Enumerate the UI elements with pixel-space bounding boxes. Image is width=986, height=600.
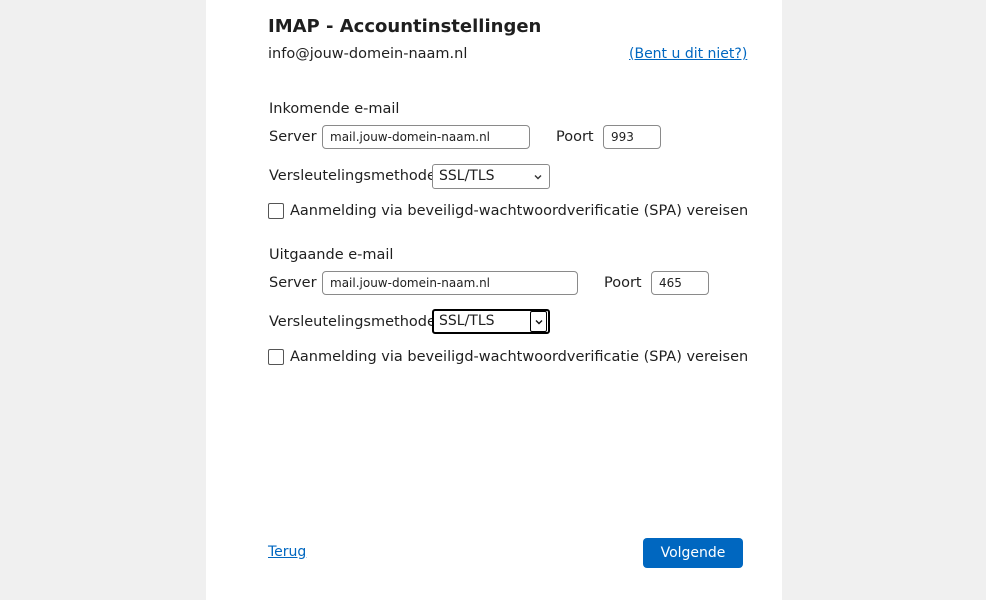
outgoing-server-input[interactable]: [322, 271, 578, 295]
not-you-link[interactable]: (Bent u dit niet?): [629, 46, 747, 62]
incoming-section-label: Inkomende e-mail: [269, 101, 400, 117]
back-link[interactable]: Terug: [268, 544, 306, 560]
outgoing-server-label: Server: [269, 275, 317, 291]
incoming-port-input[interactable]: [603, 125, 661, 149]
account-email: info@jouw-domein-naam.nl: [268, 46, 468, 62]
outgoing-port-label: Poort: [604, 275, 642, 291]
incoming-port-label: Poort: [556, 129, 594, 145]
outgoing-encryption-select[interactable]: SSL/TLS: [432, 309, 550, 334]
outgoing-port-input[interactable]: [651, 271, 709, 295]
outgoing-section-label: Uitgaande e-mail: [269, 247, 394, 263]
chevron-down-icon: [530, 311, 547, 332]
incoming-spa-label: Aanmelding via beveiligd-wachtwoordverif…: [290, 203, 749, 219]
chevron-down-icon: [533, 169, 543, 183]
outgoing-spa-checkbox[interactable]: [268, 349, 284, 365]
page-title: IMAP - Accountinstellingen: [268, 16, 542, 37]
outgoing-encryption-label: Versleutelingsmethode: [269, 314, 436, 330]
outgoing-spa-label: Aanmelding via beveiligd-wachtwoordverif…: [290, 349, 749, 365]
incoming-encryption-label: Versleutelingsmethode: [269, 168, 436, 184]
outgoing-encryption-value: SSL/TLS: [439, 313, 495, 329]
incoming-spa-checkbox[interactable]: [268, 203, 284, 219]
settings-panel: IMAP - Accountinstellingen info@jouw-dom…: [206, 0, 782, 600]
incoming-server-input[interactable]: [322, 125, 530, 149]
incoming-encryption-select[interactable]: SSL/TLS: [432, 164, 550, 189]
incoming-server-label: Server: [269, 129, 317, 145]
next-button[interactable]: Volgende: [643, 538, 743, 568]
incoming-encryption-value: SSL/TLS: [439, 168, 495, 184]
